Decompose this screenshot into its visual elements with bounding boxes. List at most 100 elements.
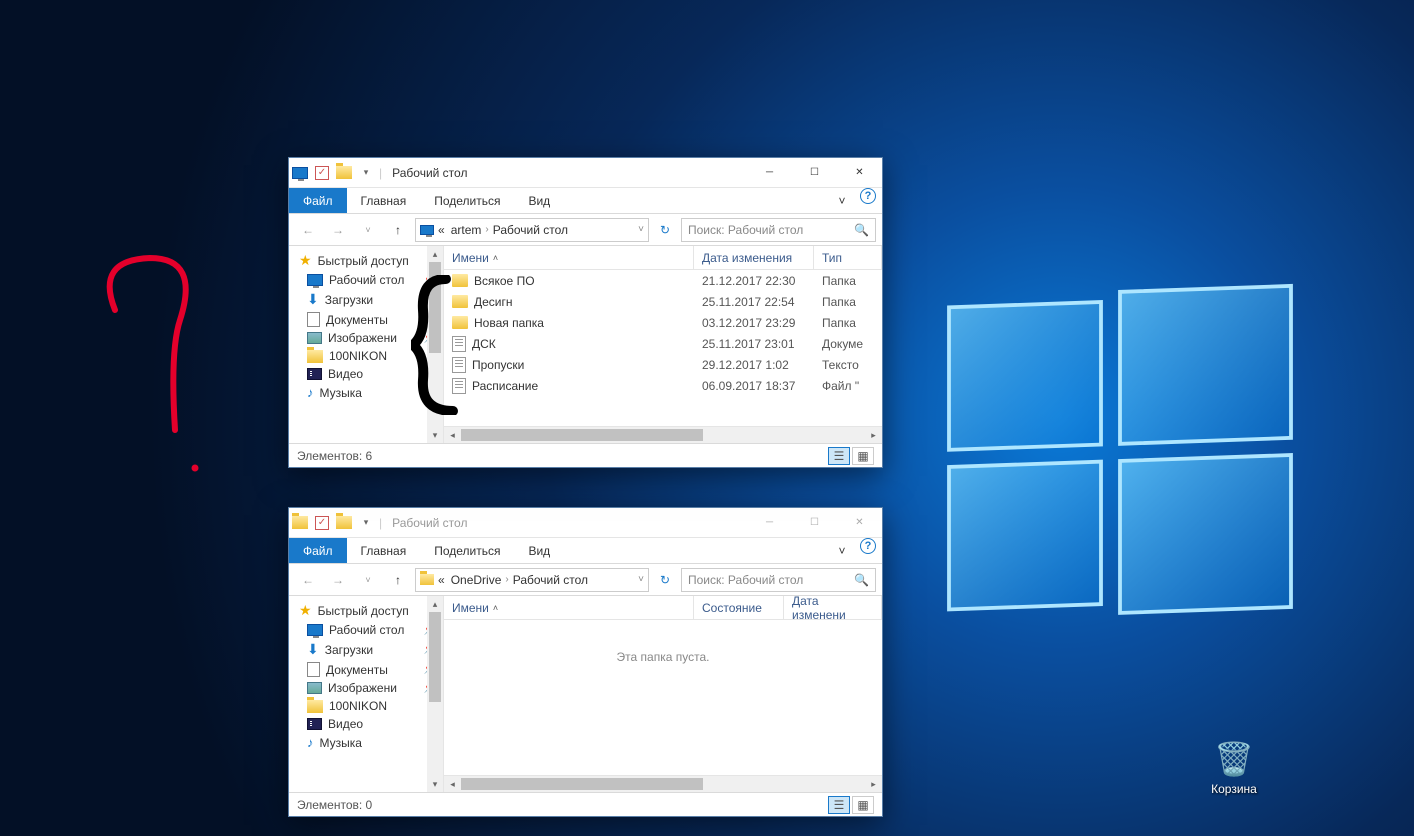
breadcrumb-seg2[interactable]: Рабочий стол bbox=[491, 223, 570, 237]
view-icons-button[interactable]: ▦ bbox=[852, 796, 874, 814]
file-row[interactable]: Пропуски29.12.2017 1:02Тексто bbox=[444, 354, 882, 375]
refresh-button[interactable]: ↻ bbox=[653, 223, 677, 237]
scroll-down-icon[interactable]: ▾ bbox=[427, 427, 443, 443]
recycle-bin[interactable]: 🗑️ Корзина bbox=[1194, 740, 1274, 796]
ribbon-tab-share[interactable]: Поделиться bbox=[420, 188, 514, 213]
quick-dropdown-icon[interactable]: ▾ bbox=[355, 167, 377, 178]
minimize-button[interactable]: ─ bbox=[747, 508, 792, 538]
quick-check-icon[interactable]: ✓ bbox=[311, 166, 333, 180]
search-box[interactable]: Поиск: Рабочий стол 🔍 bbox=[681, 218, 876, 242]
sidebar-desktop[interactable]: Рабочий стол📌 bbox=[289, 621, 443, 639]
file-row[interactable]: Расписание06.09.2017 18:37Файл " bbox=[444, 375, 882, 396]
titlebar[interactable]: ✓ ▾ | Рабочий стол ─ ☐ ✕ bbox=[289, 158, 882, 188]
quick-check-icon[interactable]: ✓ bbox=[311, 516, 333, 530]
navbar: ← → ˅ ↑ « artem › Рабочий стол ˅ ↻ Поиск… bbox=[289, 214, 882, 246]
chevron-right-icon[interactable]: › bbox=[505, 574, 508, 585]
titlebar[interactable]: ✓ ▾ | Рабочий стол ─ ☐ ✕ bbox=[289, 508, 882, 538]
help-icon[interactable]: ? bbox=[860, 538, 876, 554]
address-bar[interactable]: « artem › Рабочий стол ˅ bbox=[415, 218, 649, 242]
quick-folder-icon[interactable] bbox=[333, 516, 355, 529]
address-bar[interactable]: « OneDrive › Рабочий стол ˅ bbox=[415, 568, 649, 592]
minimize-button[interactable]: ─ bbox=[747, 158, 792, 188]
col-name[interactable]: Имени˄ bbox=[444, 596, 694, 619]
scroll-down-icon[interactable]: ▾ bbox=[427, 776, 443, 792]
maximize-button[interactable]: ☐ bbox=[792, 158, 837, 188]
quick-dropdown-icon[interactable]: ▾ bbox=[355, 517, 377, 528]
address-dropdown-icon[interactable]: ˅ bbox=[638, 224, 644, 235]
scroll-up-icon[interactable]: ▴ bbox=[427, 246, 443, 262]
view-details-button[interactable]: ☰ bbox=[828, 447, 850, 465]
scroll-right-icon[interactable]: ▸ bbox=[865, 427, 882, 443]
ribbon-tab-view[interactable]: Вид bbox=[514, 538, 564, 563]
quick-folder-icon[interactable] bbox=[333, 166, 355, 179]
file-row[interactable]: Десигн25.11.2017 22:54Папка bbox=[444, 291, 882, 312]
file-row[interactable]: Всякое ПО21.12.2017 22:30Папка bbox=[444, 270, 882, 291]
search-icon[interactable]: 🔍 bbox=[854, 223, 869, 237]
nav-forward-button[interactable]: → bbox=[325, 568, 351, 592]
scroll-right-icon[interactable]: ▸ bbox=[865, 776, 882, 792]
nav-forward-button[interactable]: → bbox=[325, 218, 351, 242]
ribbon-tab-file[interactable]: Файл bbox=[289, 538, 347, 563]
pictures-icon bbox=[307, 682, 322, 694]
sidebar-quick-access[interactable]: ★Быстрый доступ bbox=[289, 600, 443, 621]
scroll-left-icon[interactable]: ◂ bbox=[444, 776, 461, 792]
scroll-thumb[interactable] bbox=[429, 612, 441, 702]
view-details-button[interactable]: ☰ bbox=[828, 796, 850, 814]
breadcrumb-pre[interactable]: « bbox=[436, 573, 447, 587]
sidebar-music[interactable]: ♪Музыка bbox=[289, 733, 443, 752]
close-button[interactable]: ✕ bbox=[837, 508, 882, 538]
file-row[interactable]: Новая папка03.12.2017 23:29Папка bbox=[444, 312, 882, 333]
ribbon-tab-file[interactable]: Файл bbox=[289, 188, 347, 213]
ribbon-tab-share[interactable]: Поделиться bbox=[420, 538, 514, 563]
file-list[interactable]: Эта папка пуста. bbox=[444, 620, 882, 775]
chevron-right-icon[interactable]: › bbox=[485, 224, 488, 235]
hscroll-thumb[interactable] bbox=[461, 429, 703, 441]
view-icons-button[interactable]: ▦ bbox=[852, 447, 874, 465]
col-date[interactable]: Дата изменени bbox=[784, 596, 882, 619]
explorer-window-1: ✓ ▾ | Рабочий стол ─ ☐ ✕ Файл Главная По… bbox=[288, 157, 883, 468]
hscroll-thumb[interactable] bbox=[461, 778, 703, 790]
breadcrumb-seg1[interactable]: artem bbox=[449, 223, 484, 237]
ribbon-collapse-icon[interactable]: ˅ bbox=[830, 188, 854, 213]
search-icon[interactable]: 🔍 bbox=[854, 573, 869, 587]
sidebar-100nikon[interactable]: 100NIKON bbox=[289, 697, 443, 715]
ribbon-tab-home[interactable]: Главная bbox=[347, 188, 421, 213]
ribbon-tab-view[interactable]: Вид bbox=[514, 188, 564, 213]
sidebar-scrollbar[interactable]: ▴ ▾ bbox=[427, 596, 443, 792]
file-date: 29.12.2017 1:02 bbox=[694, 358, 814, 372]
refresh-button[interactable]: ↻ bbox=[653, 573, 677, 587]
col-date[interactable]: Дата изменения bbox=[694, 246, 814, 269]
ribbon-collapse-icon[interactable]: ˅ bbox=[830, 538, 854, 563]
col-name[interactable]: Имени˄ bbox=[444, 246, 694, 269]
nav-up-button[interactable]: ↑ bbox=[385, 568, 411, 592]
ribbon-tab-home[interactable]: Главная bbox=[347, 538, 421, 563]
sidebar-quick-access[interactable]: ★Быстрый доступ bbox=[289, 250, 443, 271]
breadcrumb-pre[interactable]: « bbox=[436, 223, 447, 237]
horizontal-scrollbar[interactable]: ◂ ▸ bbox=[444, 775, 882, 792]
nav-back-button[interactable]: ← bbox=[295, 218, 321, 242]
breadcrumb-seg2[interactable]: Рабочий стол bbox=[511, 573, 590, 587]
scroll-up-icon[interactable]: ▴ bbox=[427, 596, 443, 612]
scroll-left-icon[interactable]: ◂ bbox=[444, 427, 461, 443]
maximize-button[interactable]: ☐ bbox=[792, 508, 837, 538]
nav-recent-dropdown[interactable]: ˅ bbox=[355, 568, 381, 592]
breadcrumb-seg1[interactable]: OneDrive bbox=[449, 573, 504, 587]
address-dropdown-icon[interactable]: ˅ bbox=[638, 574, 644, 585]
empty-folder-message: Эта папка пуста. bbox=[444, 620, 882, 694]
file-row[interactable]: ДСК25.11.2017 23:01Докуме bbox=[444, 333, 882, 354]
nav-recent-dropdown[interactable]: ˅ bbox=[355, 218, 381, 242]
search-box[interactable]: Поиск: Рабочий стол 🔍 bbox=[681, 568, 876, 592]
col-state[interactable]: Состояние bbox=[694, 596, 784, 619]
close-button[interactable]: ✕ bbox=[837, 158, 882, 188]
sidebar-video[interactable]: Видео bbox=[289, 715, 443, 733]
horizontal-scrollbar[interactable]: ◂ ▸ bbox=[444, 426, 882, 443]
window-title: Рабочий стол bbox=[392, 516, 467, 530]
nav-up-button[interactable]: ↑ bbox=[385, 218, 411, 242]
sidebar-pictures[interactable]: Изображени📌 bbox=[289, 679, 443, 697]
sidebar-downloads[interactable]: ⬇Загрузки📌 bbox=[289, 639, 443, 660]
col-type[interactable]: Тип bbox=[814, 246, 882, 269]
nav-back-button[interactable]: ← bbox=[295, 568, 321, 592]
help-icon[interactable]: ? bbox=[860, 188, 876, 204]
sidebar-documents[interactable]: Документы📌 bbox=[289, 660, 443, 679]
file-list[interactable]: Всякое ПО21.12.2017 22:30ПапкаДесигн25.1… bbox=[444, 270, 882, 426]
